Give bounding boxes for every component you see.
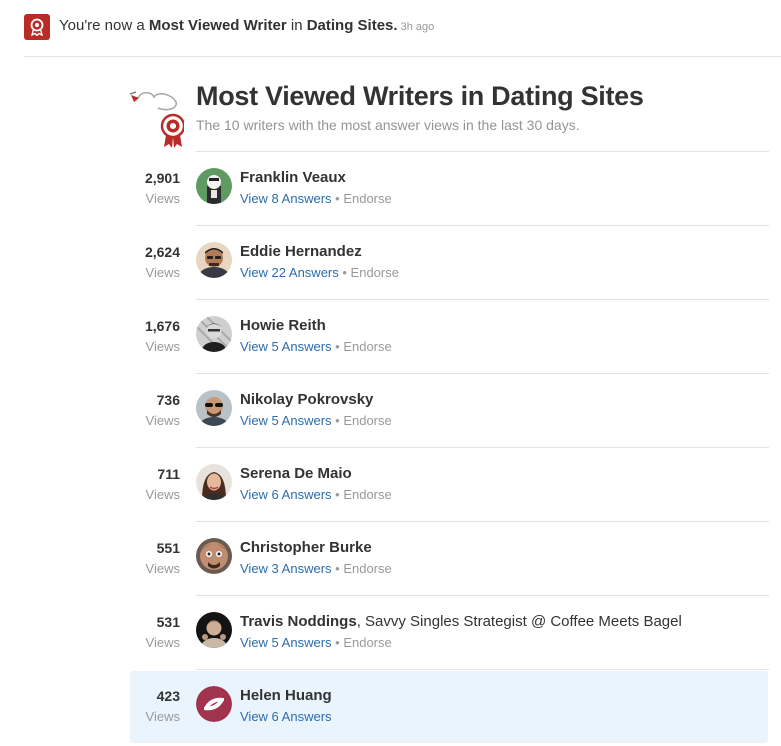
writer-credential: , Savvy Singles Strategist @ Coffee Meet… bbox=[356, 613, 682, 630]
endorse-link[interactable]: Endorse bbox=[351, 265, 399, 280]
writer-name-link[interactable]: Serena De Maio bbox=[240, 465, 352, 482]
view-count: 711 bbox=[157, 466, 180, 482]
views-label: Views bbox=[145, 413, 180, 428]
avatar[interactable] bbox=[196, 686, 232, 722]
writer-name-line: Howie Reith bbox=[240, 317, 326, 334]
bullet-separator: • bbox=[331, 561, 344, 576]
writer-name-link[interactable]: Helen Huang bbox=[240, 687, 332, 704]
writer-links: View 5 Answers • Endorse bbox=[240, 413, 392, 428]
endorse-link[interactable]: Endorse bbox=[343, 191, 391, 206]
avatar[interactable] bbox=[196, 316, 232, 352]
writer-name-link[interactable]: Nikolay Pokrovsky bbox=[240, 391, 373, 408]
writer-name-line: Christopher Burke bbox=[240, 539, 372, 556]
avatar[interactable] bbox=[196, 242, 232, 278]
notification-time: 3h ago bbox=[400, 21, 435, 33]
writer-row: 1,676 Views Howie Reith View 5 Answers •… bbox=[0, 300, 781, 374]
view-answers-link[interactable]: View 6 Answers bbox=[240, 487, 332, 502]
bullet-separator: • bbox=[331, 635, 344, 650]
bullet-separator: • bbox=[331, 191, 344, 206]
page-title: Most Viewed Writers in Dating Sites bbox=[196, 81, 644, 111]
view-count: 736 bbox=[156, 392, 180, 408]
writer-row: 711 Views Serena De Maio View 6 Answers … bbox=[0, 448, 781, 522]
views-label: Views bbox=[145, 709, 180, 724]
view-answers-link[interactable]: View 5 Answers bbox=[240, 339, 332, 354]
view-answers-link[interactable]: View 5 Answers bbox=[240, 413, 332, 428]
view-answers-link[interactable]: View 8 Answers bbox=[240, 191, 332, 206]
view-count: 1,676 bbox=[144, 318, 180, 334]
avatar[interactable] bbox=[196, 538, 232, 574]
writer-row: 2,624 Views Eddie Hernandez View 22 Answ… bbox=[0, 226, 781, 300]
views-label: Views bbox=[145, 191, 180, 206]
writer-row: 551 Views Christopher Burke View 3 Answe… bbox=[0, 522, 781, 596]
avatar[interactable] bbox=[196, 464, 232, 500]
most-viewed-writer-award-icon bbox=[128, 88, 186, 150]
writer-row: 531 Views Travis Noddings, Savvy Singles… bbox=[0, 596, 781, 670]
writer-name-link[interactable]: Franklin Veaux bbox=[240, 169, 346, 186]
notification-middle: in bbox=[286, 17, 307, 34]
view-count: 2,901 bbox=[144, 170, 180, 186]
writer-row: 2,901 Views Franklin Veaux View 8 Answer… bbox=[0, 152, 781, 226]
view-count: 551 bbox=[156, 540, 180, 556]
notification-bar: You're now a Most Viewed Writer in Datin… bbox=[24, 0, 781, 57]
endorse-link[interactable]: Endorse bbox=[343, 339, 391, 354]
view-answers-link[interactable]: View 6 Answers bbox=[240, 709, 332, 724]
bullet-separator: • bbox=[331, 339, 344, 354]
writer-links: View 5 Answers • Endorse bbox=[240, 339, 392, 354]
writer-links: View 6 Answers • Endorse bbox=[240, 487, 392, 502]
bullet-separator: • bbox=[331, 487, 344, 502]
award-ribbon-icon bbox=[24, 14, 50, 40]
badge-name: Most Viewed Writer bbox=[148, 17, 287, 34]
endorse-link[interactable]: Endorse bbox=[343, 487, 391, 502]
avatar[interactable] bbox=[196, 390, 232, 426]
writer-name-line: Nikolay Pokrovsky bbox=[240, 391, 373, 408]
page-subtitle: The 10 writers with the most answer view… bbox=[196, 117, 580, 133]
endorse-link[interactable]: Endorse bbox=[343, 561, 391, 576]
writer-name-line: Franklin Veaux bbox=[240, 169, 346, 186]
writer-links: View 8 Answers • Endorse bbox=[240, 191, 392, 206]
writer-name-link[interactable]: Travis Noddings bbox=[240, 613, 357, 630]
writer-row-current-user: 423 Views Helen Huang View 6 Answers bbox=[0, 670, 781, 744]
bullet-separator: • bbox=[338, 265, 351, 280]
endorse-link[interactable]: Endorse bbox=[343, 635, 391, 650]
view-answers-link[interactable]: View 5 Answers bbox=[240, 635, 332, 650]
endorse-link[interactable]: Endorse bbox=[343, 413, 391, 428]
writer-name-line: Eddie Hernandez bbox=[240, 243, 362, 260]
views-label: Views bbox=[145, 561, 180, 576]
avatar[interactable] bbox=[196, 612, 232, 648]
writer-links: View 5 Answers • Endorse bbox=[240, 635, 392, 650]
writer-links: View 22 Answers • Endorse bbox=[240, 265, 399, 280]
writer-name-link[interactable]: Howie Reith bbox=[240, 317, 326, 334]
view-answers-link[interactable]: View 22 Answers bbox=[240, 265, 339, 280]
bullet-separator: • bbox=[331, 413, 344, 428]
topic-name: Dating Sites. bbox=[306, 17, 398, 34]
writer-name-line: Serena De Maio bbox=[240, 465, 352, 482]
notification-text[interactable]: You're now a Most Viewed Writer in Datin… bbox=[59, 17, 434, 34]
writer-links: View 6 Answers bbox=[240, 709, 332, 724]
writer-row: 736 Views Nikolay Pokrovsky View 5 Answe… bbox=[0, 374, 781, 448]
views-label: Views bbox=[145, 265, 180, 280]
view-answers-link[interactable]: View 3 Answers bbox=[240, 561, 332, 576]
notification-prefix: You're now a bbox=[59, 17, 149, 34]
writer-links: View 3 Answers • Endorse bbox=[240, 561, 392, 576]
writer-name-link[interactable]: Eddie Hernandez bbox=[240, 243, 362, 260]
view-count: 423 bbox=[156, 688, 180, 704]
views-label: Views bbox=[145, 635, 180, 650]
writer-name-line: Helen Huang bbox=[240, 687, 332, 704]
views-label: Views bbox=[145, 339, 180, 354]
view-count: 2,624 bbox=[144, 244, 180, 260]
writer-name-line: Travis Noddings, Savvy Singles Strategis… bbox=[240, 613, 682, 630]
view-count: 531 bbox=[156, 614, 180, 630]
views-label: Views bbox=[145, 487, 180, 502]
writer-name-link[interactable]: Christopher Burke bbox=[240, 539, 372, 556]
avatar[interactable] bbox=[196, 168, 232, 204]
